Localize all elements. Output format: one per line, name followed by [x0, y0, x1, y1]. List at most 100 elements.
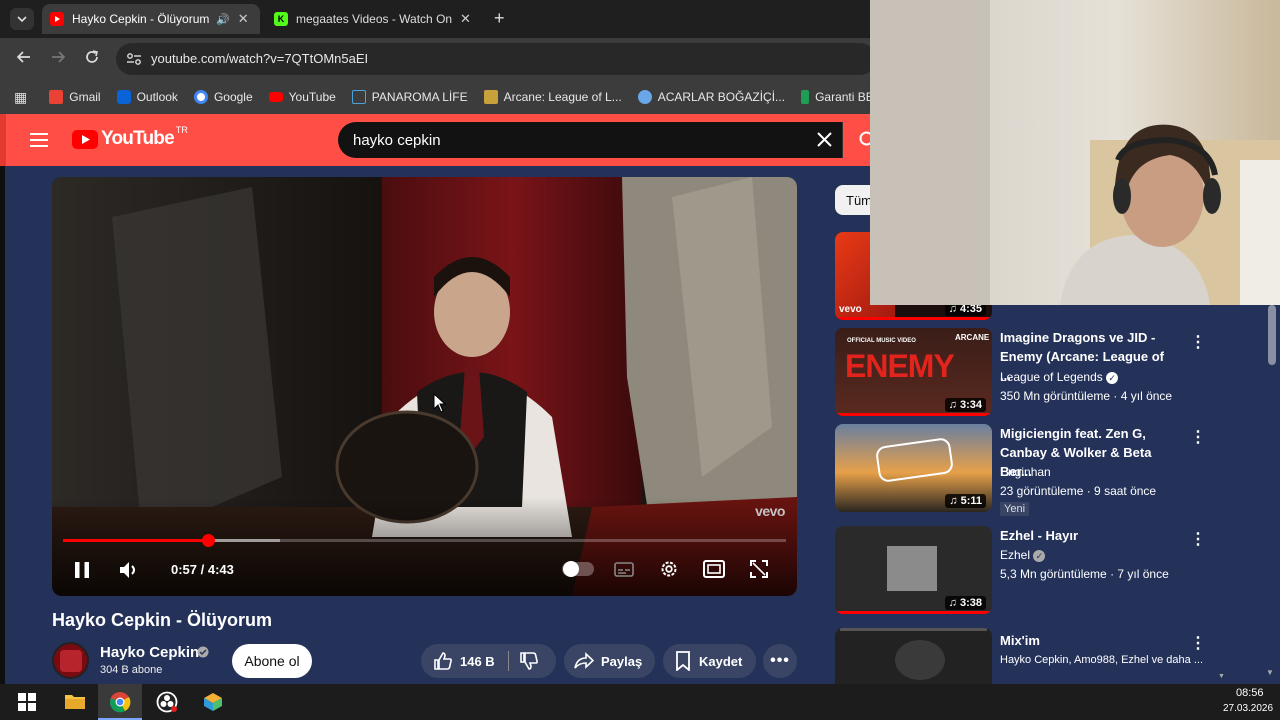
duration-badge: ♫ 3:34: [944, 398, 986, 412]
avatar-graphic: [60, 650, 82, 672]
pause-icon: [75, 562, 89, 578]
thumb-badge-official: OFFICIAL MUSIC VIDEO: [847, 338, 916, 344]
bookmark-icon: [676, 651, 690, 671]
start-button[interactable]: [18, 693, 36, 716]
progress-fill: [63, 539, 208, 542]
related-video-thumbnail[interactable]: OFFICIAL MUSIC VIDEO ARCANE ENEMY ♫ 3:34: [835, 328, 992, 416]
video-player[interactable]: vevo 0:57 / 4:43: [52, 177, 797, 596]
menu-button[interactable]: [30, 133, 48, 152]
thumb-art: [895, 640, 945, 680]
time-display: 0:57 / 4:43: [171, 562, 234, 577]
more-actions-button[interactable]: •••: [763, 644, 797, 678]
theater-mode-button[interactable]: [703, 560, 725, 583]
back-button[interactable]: [16, 49, 32, 70]
related-video-thumbnail[interactable]: ♫ 5:11: [835, 424, 992, 512]
related-video-thumbnail[interactable]: [835, 628, 992, 684]
verified-icon: ✓: [1106, 372, 1119, 384]
progress-bar[interactable]: [63, 534, 786, 547]
pause-button[interactable]: [74, 561, 90, 584]
scroll-down-arrow[interactable]: ▼: [1266, 668, 1274, 677]
volume-button[interactable]: [118, 560, 140, 585]
arrow-right-icon: [52, 51, 66, 63]
dislike-button[interactable]: [519, 651, 539, 676]
youtube-logo[interactable]: YouTube TR: [72, 125, 188, 150]
bookmark-youtube[interactable]: YouTube: [268, 90, 336, 104]
youtube-logo-icon: [72, 129, 98, 149]
share-button[interactable]: Paylaş: [564, 644, 655, 678]
related-video-thumbnail[interactable]: ♫ 3:38: [835, 526, 992, 614]
channel-name[interactable]: Hayko Cepkin: [100, 644, 199, 661]
acarlar-icon: [637, 90, 652, 104]
scrubber-knob[interactable]: [201, 534, 215, 547]
youtube-icon: [50, 12, 64, 26]
settings-button[interactable]: [659, 559, 679, 584]
bookmark-google[interactable]: Google: [193, 90, 253, 104]
like-divider: [508, 651, 509, 671]
chrome-icon: [110, 692, 131, 713]
search-box[interactable]: hayko cepkin: [338, 122, 842, 158]
share-icon: [574, 652, 594, 669]
tab-youtube[interactable]: Hayko Cepkin - Ölüyorum - 🔊 ✕: [42, 4, 260, 34]
close-tab-icon[interactable]: ✕: [238, 11, 249, 27]
clock-date: 27.03.2026: [1223, 703, 1274, 714]
apps-grid-icon[interactable]: ▦: [14, 89, 27, 106]
verified-icon: [197, 646, 209, 658]
tab-megaates[interactable]: K megaates Videos - Watch On-D ✕: [266, 4, 484, 34]
bookmark-outlook[interactable]: Outlook: [116, 90, 178, 104]
cube-app-icon: [204, 693, 222, 711]
tab-title: Hayko Cepkin - Ölüyorum -: [72, 12, 212, 26]
more-vert-icon[interactable]: ⋮: [1190, 332, 1206, 352]
bookmark-gmail[interactable]: Gmail: [49, 90, 101, 104]
chrome-taskbar-button[interactable]: [98, 684, 142, 720]
browser-tab-bar: Hayko Cepkin - Ölüyorum - 🔊 ✕ K megaates…: [0, 0, 870, 38]
sidebar-scrollbar[interactable]: [1268, 305, 1276, 365]
autoplay-toggle[interactable]: [562, 561, 594, 577]
related-video-channel[interactable]: League of Legends ✓: [1000, 370, 1119, 384]
search-button[interactable]: [842, 122, 874, 158]
search-input[interactable]: hayko cepkin: [353, 132, 441, 149]
channel-avatar[interactable]: [52, 642, 89, 679]
forward-button[interactable]: [50, 49, 66, 70]
related-video-channel[interactable]: Ezhel ✓: [1000, 548, 1046, 562]
related-video-title[interactable]: Mix'im: [1000, 631, 1178, 650]
close-tab-icon[interactable]: ✕: [460, 11, 471, 27]
arcane-icon: [483, 90, 498, 104]
new-tab-button[interactable]: +: [494, 8, 505, 29]
obs-icon: [156, 691, 178, 713]
app-taskbar-button[interactable]: [203, 692, 223, 717]
more-vert-icon[interactable]: ⋮: [1190, 529, 1206, 549]
scroll-down-arrow-2[interactable]: ▼: [1218, 673, 1225, 680]
site-settings-icon[interactable]: [126, 52, 142, 66]
gear-icon: [661, 561, 677, 577]
related-video-title[interactable]: Ezhel - Hayır: [1000, 526, 1178, 545]
like-button[interactable]: 146 B: [421, 644, 508, 678]
file-explorer-button[interactable]: [64, 692, 86, 715]
bookmark-panaroma[interactable]: PANAROMA LİFE: [351, 90, 468, 104]
more-vert-icon[interactable]: ⋮: [1190, 633, 1206, 653]
webcam-overlay: [870, 0, 1280, 305]
more-vert-icon[interactable]: ⋮: [1190, 427, 1206, 447]
save-button[interactable]: Kaydet: [663, 644, 756, 678]
related-video-channel[interactable]: Hayko Cepkin, Amo988, Ezhel ve daha ...: [1000, 654, 1203, 666]
thumbs-up-icon: [434, 652, 452, 670]
obs-taskbar-button[interactable]: [156, 691, 178, 718]
mix-stack: [840, 628, 987, 631]
subtitles-button[interactable]: [614, 562, 634, 582]
bookmark-acarlar[interactable]: ACARLAR BOĞAZİÇİ...: [637, 90, 785, 104]
clear-search-icon[interactable]: [817, 132, 832, 147]
subscriber-count: 304 B abone: [100, 664, 163, 676]
speaker-icon[interactable]: 🔊: [216, 13, 230, 26]
url-field[interactable]: youtube.com/watch?v=7QTtOMn5aEI: [116, 43, 876, 75]
related-video-channel[interactable]: Enginhan: [1000, 465, 1051, 479]
fullscreen-button[interactable]: [750, 560, 768, 583]
subscribe-button[interactable]: Abone ol: [232, 644, 312, 678]
google-icon: [193, 90, 208, 104]
tab-title: megaates Videos - Watch On-D: [296, 12, 452, 26]
reload-button[interactable]: [84, 49, 100, 70]
related-video-meta: 350 Mn görüntüleme · 4 yıl önce: [1000, 389, 1173, 403]
clock-time: 08:56: [1236, 687, 1264, 699]
url-text: youtube.com/watch?v=7QTtOMn5aEI: [151, 51, 369, 66]
subtitles-icon: [614, 562, 634, 577]
bookmark-arcane[interactable]: Arcane: League of L...: [483, 90, 622, 104]
tab-list-button[interactable]: [10, 8, 34, 30]
